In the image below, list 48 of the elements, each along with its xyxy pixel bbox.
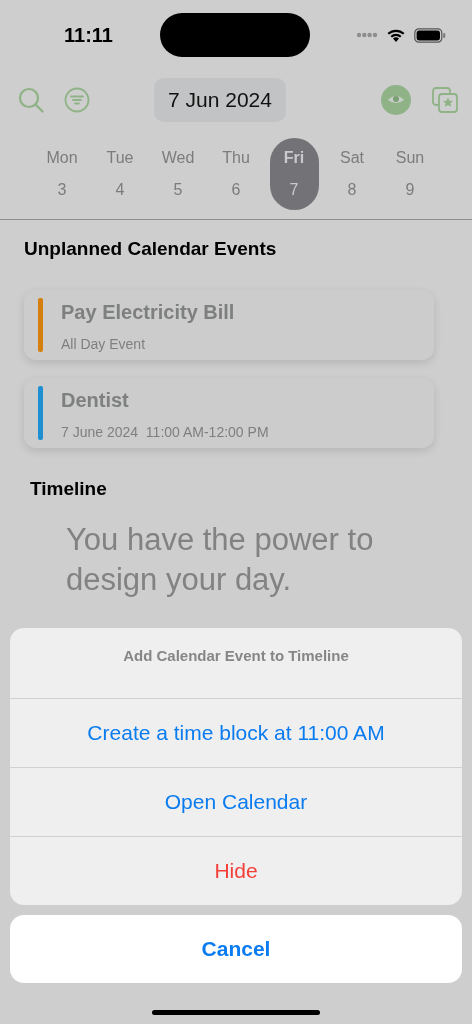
signal-icon xyxy=(356,32,378,38)
event-title: Pay Electricity Bill xyxy=(61,301,235,324)
weekday-label: Sat xyxy=(340,149,364,167)
sheet-action-button[interactable]: Hide xyxy=(10,836,462,905)
day-number: 4 xyxy=(115,181,125,199)
day-button[interactable]: Thu 6 xyxy=(211,138,261,210)
day-number: 7 xyxy=(289,181,299,199)
weekday-label: Fri xyxy=(283,149,305,167)
day-button[interactable]: Sat 8 xyxy=(327,138,377,210)
eye-icon xyxy=(380,84,412,116)
day-button[interactable]: Mon 3 xyxy=(37,138,87,210)
weekday-label: Sun xyxy=(395,149,425,167)
sheet-action-button[interactable]: Open Calendar xyxy=(10,767,462,836)
empty-timeline-message: You have the power to design your day. xyxy=(66,521,375,599)
event-detail: 7 June 2024 11:00 AM-12:00 PM xyxy=(61,424,269,440)
day-number: 8 xyxy=(347,181,357,199)
weekday-label: Wed xyxy=(161,149,195,167)
battery-icon xyxy=(414,27,446,43)
cancel-button[interactable]: Cancel xyxy=(10,915,462,983)
wifi-icon xyxy=(386,27,406,43)
search-button[interactable] xyxy=(18,87,44,113)
event-card[interactable]: Pay Electricity Bill All Day Event xyxy=(24,290,434,360)
sheet-title: Add Calendar Event to Timeline xyxy=(123,647,349,664)
section-heading: Timeline xyxy=(30,478,108,500)
day-number: 9 xyxy=(405,181,415,199)
day-number: 5 xyxy=(173,181,183,199)
date-button[interactable]: 7 Jun 2024 xyxy=(154,78,286,122)
filter-button[interactable] xyxy=(64,87,90,113)
event-title: Dentist xyxy=(61,389,130,412)
day-button[interactable]: Wed 5 xyxy=(153,138,203,210)
day-button[interactable]: Sun 9 xyxy=(385,138,435,210)
star-cards-icon xyxy=(432,87,458,113)
day-button[interactable]: Tue 4 xyxy=(95,138,145,210)
sheet-action-button[interactable]: Create a time block at 11:00 AM xyxy=(10,698,462,767)
day-button[interactable]: Fri 7 xyxy=(269,138,319,210)
event-card[interactable]: Dentist 7 June 2024 11:00 AM-12:00 PM xyxy=(24,378,434,448)
weekday-label: Tue xyxy=(106,149,134,167)
filter-icon xyxy=(64,87,90,113)
day-number: 6 xyxy=(231,181,241,199)
status-time: 11:11 xyxy=(64,23,114,47)
search-icon xyxy=(18,87,44,113)
weekday-label: Thu xyxy=(222,149,250,167)
event-detail: All Day Event xyxy=(61,336,147,352)
profile-button[interactable] xyxy=(380,84,412,116)
day-number: 3 xyxy=(57,181,67,199)
favorites-button[interactable] xyxy=(432,87,458,113)
weekday-label: Mon xyxy=(46,149,78,167)
section-heading: Unplanned Calendar Events xyxy=(24,238,278,260)
